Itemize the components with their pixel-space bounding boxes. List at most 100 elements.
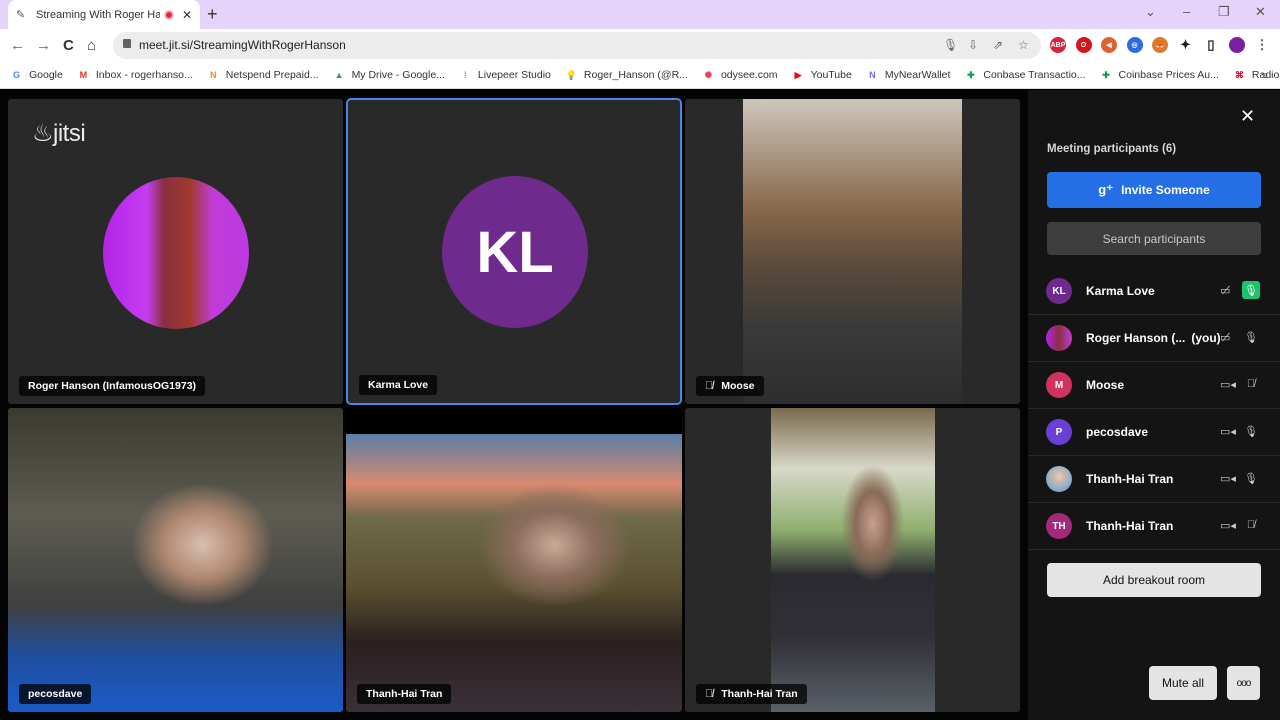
participant-name-label: Karma Love (359, 375, 438, 395)
camera-icon: ▭◂ (1220, 426, 1236, 438)
home-button[interactable]: ⌂ (87, 37, 96, 54)
search-participants-input[interactable] (1047, 222, 1261, 255)
tab-search-icon[interactable]: ⌄ (1145, 4, 1156, 20)
sidepanel-icon[interactable]: ▯ (1203, 37, 1219, 53)
participant-tile[interactable]: ♨jitsi Roger Hanson (InfamousOG1973) (8, 99, 343, 404)
tab-close-icon[interactable]: ✕ (182, 8, 192, 22)
minimize-button[interactable]: – (1183, 4, 1190, 19)
bookmark-item[interactable]: N Netspend Prepaid... (207, 69, 319, 82)
bookmarks-bar: G Google M Inbox - rogerhanso... N Netspend P… (0, 62, 1280, 89)
participant-row[interactable]: TH Thanh-Hai Tran ▭◂ 🎙̸ (1028, 503, 1280, 550)
browser-tab[interactable]: ✎ Streaming With Roger Hanson ✕ (8, 0, 200, 29)
bookmark-item[interactable]: G Google (10, 69, 63, 82)
participant-tile[interactable]: 🎙̸ Thanh-Hai Tran (685, 408, 1020, 712)
participant-name-text: pecosdave (1086, 425, 1149, 439)
participant-row[interactable]: Thanh-Hai Tran ▭◂ 🎙 (1028, 456, 1280, 503)
window-close-button[interactable]: ✕ (1255, 4, 1266, 20)
star-icon[interactable]: ☆ (1018, 38, 1029, 52)
participant-row[interactable]: M Moose ▭◂ 🎙̸ (1028, 362, 1280, 409)
mic-off-icon: 🎙̸ (1246, 378, 1256, 390)
profile-avatar[interactable] (1228, 37, 1245, 53)
participant-tile[interactable]: 🎙̸ Moose (685, 99, 1020, 404)
bookmark-favicon-icon: N (210, 70, 217, 80)
url-text[interactable]: meet.jit.si/StreamingWithRogerHanson (139, 38, 346, 52)
avatar-initials: KL (442, 176, 588, 328)
participant-row[interactable]: Roger Hanson (... (you) ▭̸ 🎙 (1028, 315, 1280, 362)
invite-someone-button[interactable]: g⁺ Invite Someone (1047, 172, 1261, 208)
metamask-icon[interactable]: 🦊 (1152, 37, 1168, 53)
target-icon[interactable]: ◎ (1126, 37, 1143, 53)
restore-button[interactable]: ❐ (1218, 4, 1230, 20)
avatar: KL (1046, 278, 1072, 304)
bookmark-label: Netspend Prepaid... (225, 69, 319, 81)
participant-name-text: Roger Hanson (... (1086, 331, 1186, 345)
participant-name-text: Thanh-Hai Tran (1086, 519, 1174, 533)
mic-off-icon: 🎙̸ (705, 380, 714, 392)
bookmark-item[interactable]: M Inbox - rogerhanso... (77, 69, 193, 82)
participant-name: Roger Hanson (... (you) (1086, 331, 1221, 345)
browser-toolbar: ← → C ⌂ meet.jit.si/StreamingWithRogerHa… (0, 29, 1280, 62)
bookmark-favicon-icon: ⁞ (463, 70, 467, 80)
bookmark-item[interactable]: ▲ My Drive - Google... (333, 69, 445, 82)
jitsi-logo-icon: ♨ (32, 120, 54, 147)
share-icon[interactable]: ⇗ (993, 38, 1003, 52)
address-bar[interactable]: meet.jit.si/StreamingWithRogerHanson 🎙 ⇩… (113, 32, 1041, 59)
participant-name: Karma Love (1086, 284, 1155, 298)
avatar: P (1046, 419, 1072, 445)
participant-tile[interactable]: Thanh-Hai Tran (346, 408, 682, 712)
bookmark-item[interactable]: ✺ odysee.com (702, 69, 778, 82)
bookmark-favicon-icon: ▶ (794, 69, 802, 80)
bookmark-item[interactable]: ⁞ Livepeer Studio (459, 69, 551, 82)
mic-icon[interactable]: 🎙 (943, 38, 958, 52)
lock-icon (123, 39, 131, 48)
mic-off-icon: 🎙̸ (705, 688, 714, 700)
bookmark-label: YouTube (810, 69, 852, 81)
bookmark-label: MyNearWallet (884, 69, 951, 81)
install-icon[interactable]: ⇩ (968, 38, 978, 52)
camera-icon: ▭◂ (1220, 473, 1236, 485)
bookmark-item[interactable]: N MyNearWallet (866, 69, 951, 82)
camera-icon: ▭◂ (1220, 379, 1236, 391)
menu-icon[interactable]: ⋮ (1254, 37, 1270, 53)
mic-icon: 🎙 (1244, 425, 1258, 438)
add-breakout-room-button[interactable]: Add breakout room (1047, 563, 1261, 597)
bookmark-item[interactable]: ▶ YouTube (792, 69, 852, 82)
puzzle-icon[interactable]: ✦ (1178, 37, 1194, 53)
participant-row[interactable]: Ppecosdave ▭◂ 🎙 (1028, 409, 1280, 456)
opera-icon[interactable]: O (1075, 37, 1092, 53)
tab-strip: ✎ Streaming With Roger Hanson ✕ + ⌄ – ❐ … (0, 0, 1280, 29)
bookmark-item[interactable]: ✚ Conbase Transactio... (964, 69, 1085, 82)
reload-button[interactable]: C (63, 37, 74, 54)
participant-name-text: Karma Love (1086, 284, 1155, 298)
forward-button[interactable]: → (36, 37, 51, 54)
participant-tile[interactable]: pecosdave (8, 408, 343, 712)
participant-name: pecosdave (1086, 425, 1148, 439)
participant-row[interactable]: KL Karma Love ▭̸ 🎙 (1028, 268, 1280, 315)
you-indicator: (you) (1191, 331, 1221, 345)
participant-name-text: Thanh-Hai Tran (1086, 472, 1174, 486)
panel-title: Meeting participants (6) (1047, 143, 1177, 155)
close-panel-button[interactable]: ✕ (1240, 106, 1255, 127)
bookmark-favicon-icon: ⌘ (1234, 69, 1244, 80)
mic-off-icon: 🎙̸ (1246, 519, 1256, 531)
back-button[interactable]: ← (10, 37, 25, 54)
tab-title: Streaming With Roger Hanson (36, 8, 160, 21)
participant-name-text: Moose (1086, 378, 1125, 392)
new-tab-button[interactable]: + (207, 4, 218, 25)
bookmark-label: odysee.com (720, 69, 778, 81)
bookmark-item[interactable]: 💡 Roger_Hanson (@R... (565, 69, 688, 82)
avatar-image (103, 177, 249, 329)
jitsi-feather-icon: ✎ (16, 9, 26, 21)
bookmark-favicon-icon: ✺ (704, 69, 713, 80)
adblock-plus-icon[interactable]: ABP (1050, 37, 1066, 53)
bookmark-item[interactable]: ⌘RadioPublic Podcas... (1233, 69, 1280, 82)
more-options-button[interactable]: ooo (1227, 666, 1260, 700)
participant-name-label: Roger Hanson (InfamousOG1973) (19, 376, 206, 396)
bookmarks-overflow-button[interactable]: » (1261, 68, 1268, 82)
participant-tile-active-speaker[interactable]: KL Karma Love (346, 98, 682, 405)
camera-icon: ▭◂ (1220, 520, 1236, 532)
avatar (1046, 466, 1072, 492)
bookmark-item[interactable]: ✚ Coinbase Prices Au... (1100, 69, 1219, 82)
megaphone-icon[interactable]: ◀ (1101, 37, 1117, 53)
mute-all-button[interactable]: Mute all (1149, 666, 1217, 700)
